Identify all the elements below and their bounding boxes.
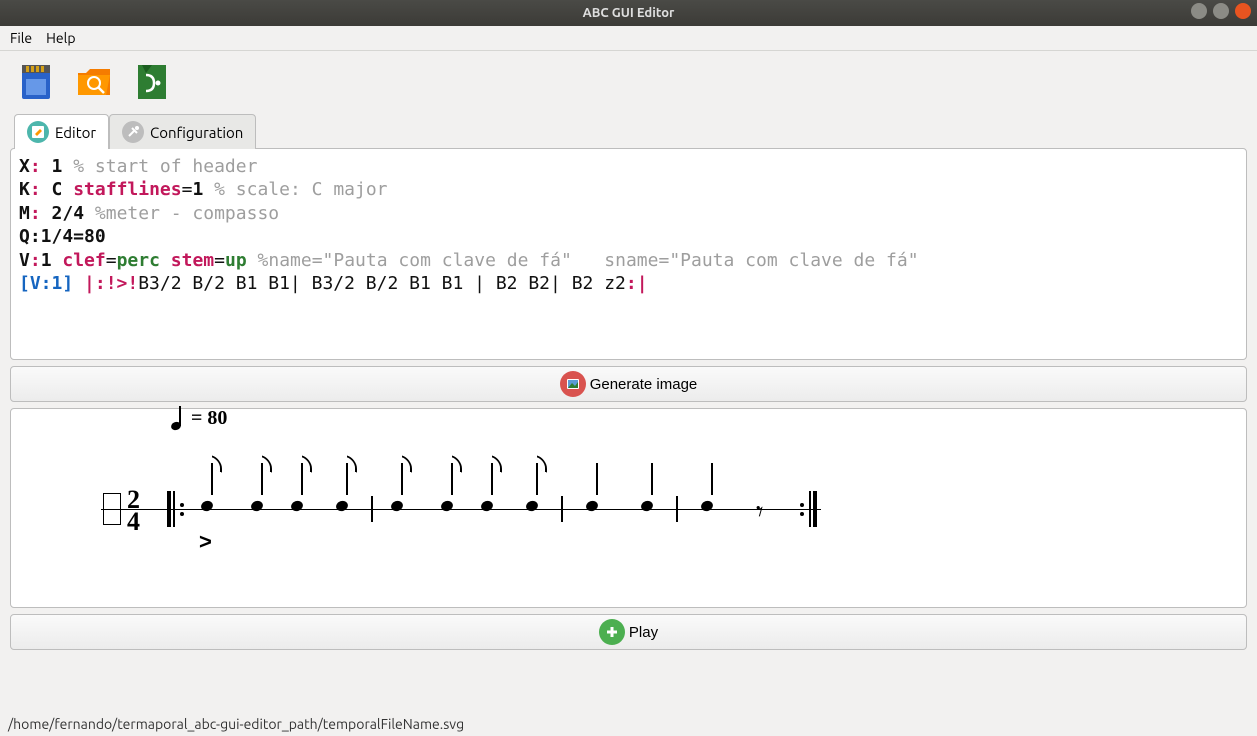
barline bbox=[561, 496, 563, 522]
status-path: /home/fernando/termaporal_abc-gui-editor… bbox=[8, 716, 464, 732]
editor-panel: X: 1 % start of header K: C stafflines=1… bbox=[10, 148, 1247, 360]
tab-configuration-label: Configuration bbox=[150, 124, 243, 141]
maximize-icon[interactable] bbox=[1213, 3, 1229, 19]
tab-editor[interactable]: Editor bbox=[14, 114, 109, 149]
abc-code-editor[interactable]: X: 1 % start of header K: C stafflines=1… bbox=[19, 155, 1238, 353]
folder-search-icon bbox=[74, 61, 114, 101]
sd-card-icon bbox=[16, 61, 56, 101]
accent-mark: > bbox=[199, 529, 212, 555]
export-button[interactable] bbox=[130, 59, 174, 103]
close-icon[interactable] bbox=[1235, 3, 1251, 19]
score-preview: = 80 24 > 𝄾 bbox=[10, 408, 1247, 608]
time-signature: 24 bbox=[127, 489, 140, 533]
tempo-marking: = 80 bbox=[171, 407, 227, 430]
repeat-start bbox=[167, 491, 187, 527]
barline bbox=[676, 496, 678, 522]
barline bbox=[371, 496, 373, 522]
quarter-note-icon bbox=[171, 408, 185, 430]
image-icon bbox=[560, 371, 586, 397]
play-icon bbox=[599, 619, 625, 645]
titlebar: ABC GUI Editor bbox=[0, 0, 1257, 26]
content-area: Editor Configuration X: 1 % start of hea… bbox=[0, 113, 1257, 714]
generate-image-label: Generate image bbox=[590, 376, 698, 393]
open-button[interactable] bbox=[72, 59, 116, 103]
statusbar: /home/fernando/termaporal_abc-gui-editor… bbox=[0, 714, 1257, 736]
menu-file[interactable]: File bbox=[10, 30, 32, 46]
generate-image-button[interactable]: Generate image bbox=[10, 366, 1247, 402]
repeat-end bbox=[797, 491, 817, 527]
menubar: File Help bbox=[0, 26, 1257, 51]
tab-configuration[interactable]: Configuration bbox=[109, 114, 256, 149]
toolbar bbox=[0, 51, 1257, 113]
save-button[interactable] bbox=[14, 59, 58, 103]
tools-icon bbox=[122, 121, 144, 143]
tabstrip: Editor Configuration bbox=[14, 113, 1247, 148]
window-controls bbox=[1191, 3, 1251, 19]
play-label: Play bbox=[629, 624, 658, 641]
tab-editor-label: Editor bbox=[55, 124, 96, 141]
minimize-icon[interactable] bbox=[1191, 3, 1207, 19]
export-bracket-icon bbox=[132, 61, 172, 101]
edit-icon bbox=[27, 121, 49, 143]
rest-icon: 𝄾 bbox=[756, 497, 763, 529]
play-button[interactable]: Play bbox=[10, 614, 1247, 650]
window-title: ABC GUI Editor bbox=[0, 6, 1257, 20]
percussion-clef bbox=[103, 493, 121, 525]
menu-help[interactable]: Help bbox=[46, 30, 75, 46]
